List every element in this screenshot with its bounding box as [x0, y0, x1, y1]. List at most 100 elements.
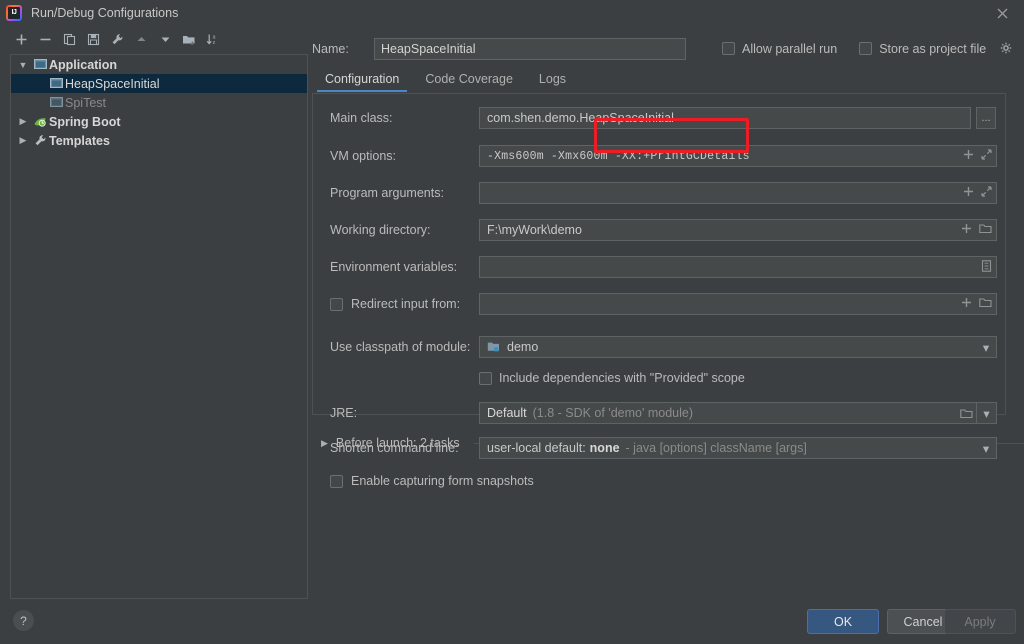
application-icon	[31, 59, 49, 70]
name-row: Name: HeapSpaceInitial Allow parallel ru…	[312, 26, 1024, 62]
checkbox-box[interactable]	[722, 42, 735, 55]
insert-macro-plus-icon[interactable]	[963, 186, 974, 200]
configurations-tree[interactable]: ▼ Application HeapSpaceInitial SpiTest ▶…	[10, 54, 308, 599]
copy-configuration-button[interactable]	[58, 29, 80, 49]
insert-macro-plus-icon[interactable]	[961, 223, 972, 237]
tab-configuration[interactable]: Configuration	[312, 72, 412, 92]
expand-editor-icon[interactable]	[981, 149, 992, 163]
dialog-button-bar: ? OK Cancel Apply	[0, 601, 1024, 644]
environment-variables-field-icons	[975, 259, 992, 275]
form-snapshots-row: Enable capturing form snapshots	[313, 469, 1005, 493]
vm-options-field-icons	[957, 149, 992, 163]
chevron-down-icon[interactable]: ▾	[976, 441, 996, 456]
working-directory-field-icons	[955, 223, 992, 237]
help-button[interactable]: ?	[13, 610, 34, 631]
store-as-project-file-checkbox[interactable]: Store as project file	[859, 42, 1013, 56]
name-input[interactable]: HeapSpaceInitial	[374, 37, 686, 60]
store-as-project-file-label: Store as project file	[879, 41, 987, 56]
tree-node-application[interactable]: ▼ Application	[11, 55, 307, 74]
tree-node-label: HeapSpaceInitial	[65, 76, 160, 91]
configuration-editor: Name: HeapSpaceInitial Allow parallel ru…	[312, 26, 1024, 601]
remove-configuration-button[interactable]	[34, 29, 56, 49]
window-title: Run/Debug Configurations	[31, 6, 179, 20]
main-class-input[interactable]: com.shen.demo.HeapSpaceInitial	[479, 107, 971, 129]
insert-macro-plus-icon[interactable]	[963, 149, 974, 163]
redirect-input-field[interactable]	[479, 293, 997, 315]
edit-templates-wrench-icon[interactable]	[106, 29, 128, 49]
intellij-idea-logo-icon	[6, 5, 22, 21]
working-directory-value: F:\myWork\demo	[487, 223, 582, 237]
redirect-input-row: Redirect input from:	[313, 292, 1005, 316]
environment-variables-row: Environment variables:	[313, 255, 1005, 279]
tab-code-coverage[interactable]: Code Coverage	[412, 72, 526, 92]
title-bar: Run/Debug Configurations	[0, 0, 1024, 26]
vm-options-input[interactable]: -Xms600m -Xmx600m -XX:+PrintGCDetails	[479, 145, 997, 167]
gear-icon[interactable]	[1000, 42, 1013, 55]
program-arguments-input[interactable]	[479, 182, 997, 204]
shorten-command-line-hint: - java [options] className [args]	[625, 441, 807, 455]
browse-folder-icon[interactable]	[979, 297, 992, 311]
chevron-down-icon[interactable]: ▾	[976, 403, 996, 423]
apply-button: Apply	[944, 609, 1016, 634]
form-snapshots-checkbox[interactable]: Enable capturing form snapshots	[313, 474, 534, 488]
shorten-command-line-value-wrap: user-local default: none - java [options…	[487, 441, 976, 455]
tree-node-label: Templates	[49, 133, 110, 148]
classpath-module-row: Use classpath of module: demo ▾	[313, 335, 1005, 359]
expand-arrow-right-icon[interactable]: ▶	[15, 135, 31, 146]
redirect-input-checkbox[interactable]: Redirect input from:	[313, 297, 479, 311]
tree-node-spitest[interactable]: SpiTest	[11, 93, 307, 112]
include-provided-checkbox[interactable]: Include dependencies with "Provided" sco…	[479, 371, 745, 385]
checkbox-box[interactable]	[859, 42, 873, 55]
jre-dropdown[interactable]: Default (1.8 - SDK of 'demo' module) ▾	[479, 402, 997, 424]
sort-configurations-button[interactable]: a z	[202, 29, 224, 49]
tree-node-label: Application	[49, 57, 118, 72]
add-configuration-button[interactable]	[10, 29, 32, 49]
expand-arrow-down-icon[interactable]: ▼	[15, 60, 31, 70]
vm-options-label: VM options:	[330, 149, 397, 163]
jre-browse-folder-icon[interactable]	[956, 408, 976, 419]
expand-arrow-right-icon[interactable]: ▶	[15, 116, 31, 127]
checkbox-box[interactable]	[330, 474, 343, 488]
ok-button[interactable]: OK	[807, 609, 879, 634]
vm-options-row: VM options: -Xms600m -Xmx600m -XX:+Print…	[313, 144, 1005, 168]
application-icon	[47, 78, 65, 89]
tree-node-label: Spring Boot	[49, 114, 121, 129]
checkbox-box[interactable]	[479, 371, 492, 385]
form-snapshots-label: Enable capturing form snapshots	[351, 474, 534, 488]
tree-node-templates[interactable]: ▶ Templates	[11, 131, 307, 150]
edit-variables-list-icon[interactable]	[981, 259, 992, 275]
shorten-command-line-row: Shorten command line: user-local default…	[313, 436, 1005, 460]
chevron-down-icon[interactable]: ▾	[976, 340, 996, 355]
working-directory-input[interactable]: F:\myWork\demo	[479, 219, 997, 241]
allow-parallel-run-checkbox[interactable]: Allow parallel run	[722, 42, 837, 56]
module-icon	[487, 341, 501, 353]
redirect-input-field-icons	[955, 297, 992, 311]
new-folder-button[interactable]	[178, 29, 200, 49]
tab-logs[interactable]: Logs	[526, 72, 579, 92]
tree-node-heapspaceinitial[interactable]: HeapSpaceInitial	[11, 74, 307, 93]
expand-editor-icon[interactable]	[981, 186, 992, 200]
checkbox-box[interactable]	[330, 297, 343, 311]
working-directory-label: Working directory:	[330, 223, 431, 237]
include-provided-label: Include dependencies with "Provided" sco…	[499, 371, 745, 385]
move-up-button[interactable]	[130, 29, 152, 49]
tree-toolbar: a z	[0, 26, 312, 52]
insert-macro-plus-icon[interactable]	[961, 297, 972, 311]
name-label: Name:	[312, 41, 349, 56]
environment-variables-input[interactable]	[479, 256, 997, 278]
close-icon[interactable]	[980, 0, 1024, 26]
move-down-button[interactable]	[154, 29, 176, 49]
program-arguments-field-icons	[957, 186, 992, 200]
shorten-command-line-dropdown[interactable]: user-local default: none - java [options…	[479, 437, 997, 459]
main-class-browse-button[interactable]: ...	[976, 107, 996, 129]
classpath-module-dropdown[interactable]: demo ▾	[479, 336, 997, 358]
shorten-command-line-label: Shorten command line:	[330, 441, 459, 455]
save-configuration-button[interactable]	[82, 29, 104, 49]
browse-folder-icon[interactable]	[979, 223, 992, 237]
configuration-form: Main class: com.shen.demo.HeapSpaceIniti…	[312, 93, 1006, 488]
main-class-row: Main class: com.shen.demo.HeapSpaceIniti…	[313, 106, 1005, 130]
vm-options-value: -Xms600m -Xmx600m -XX:+PrintGCDetails	[487, 149, 750, 163]
program-arguments-label: Program arguments:	[330, 186, 444, 200]
tree-node-spring-boot[interactable]: ▶ Spring Boot	[11, 112, 307, 131]
jre-value-hint: (1.8 - SDK of 'demo' module)	[532, 406, 694, 420]
